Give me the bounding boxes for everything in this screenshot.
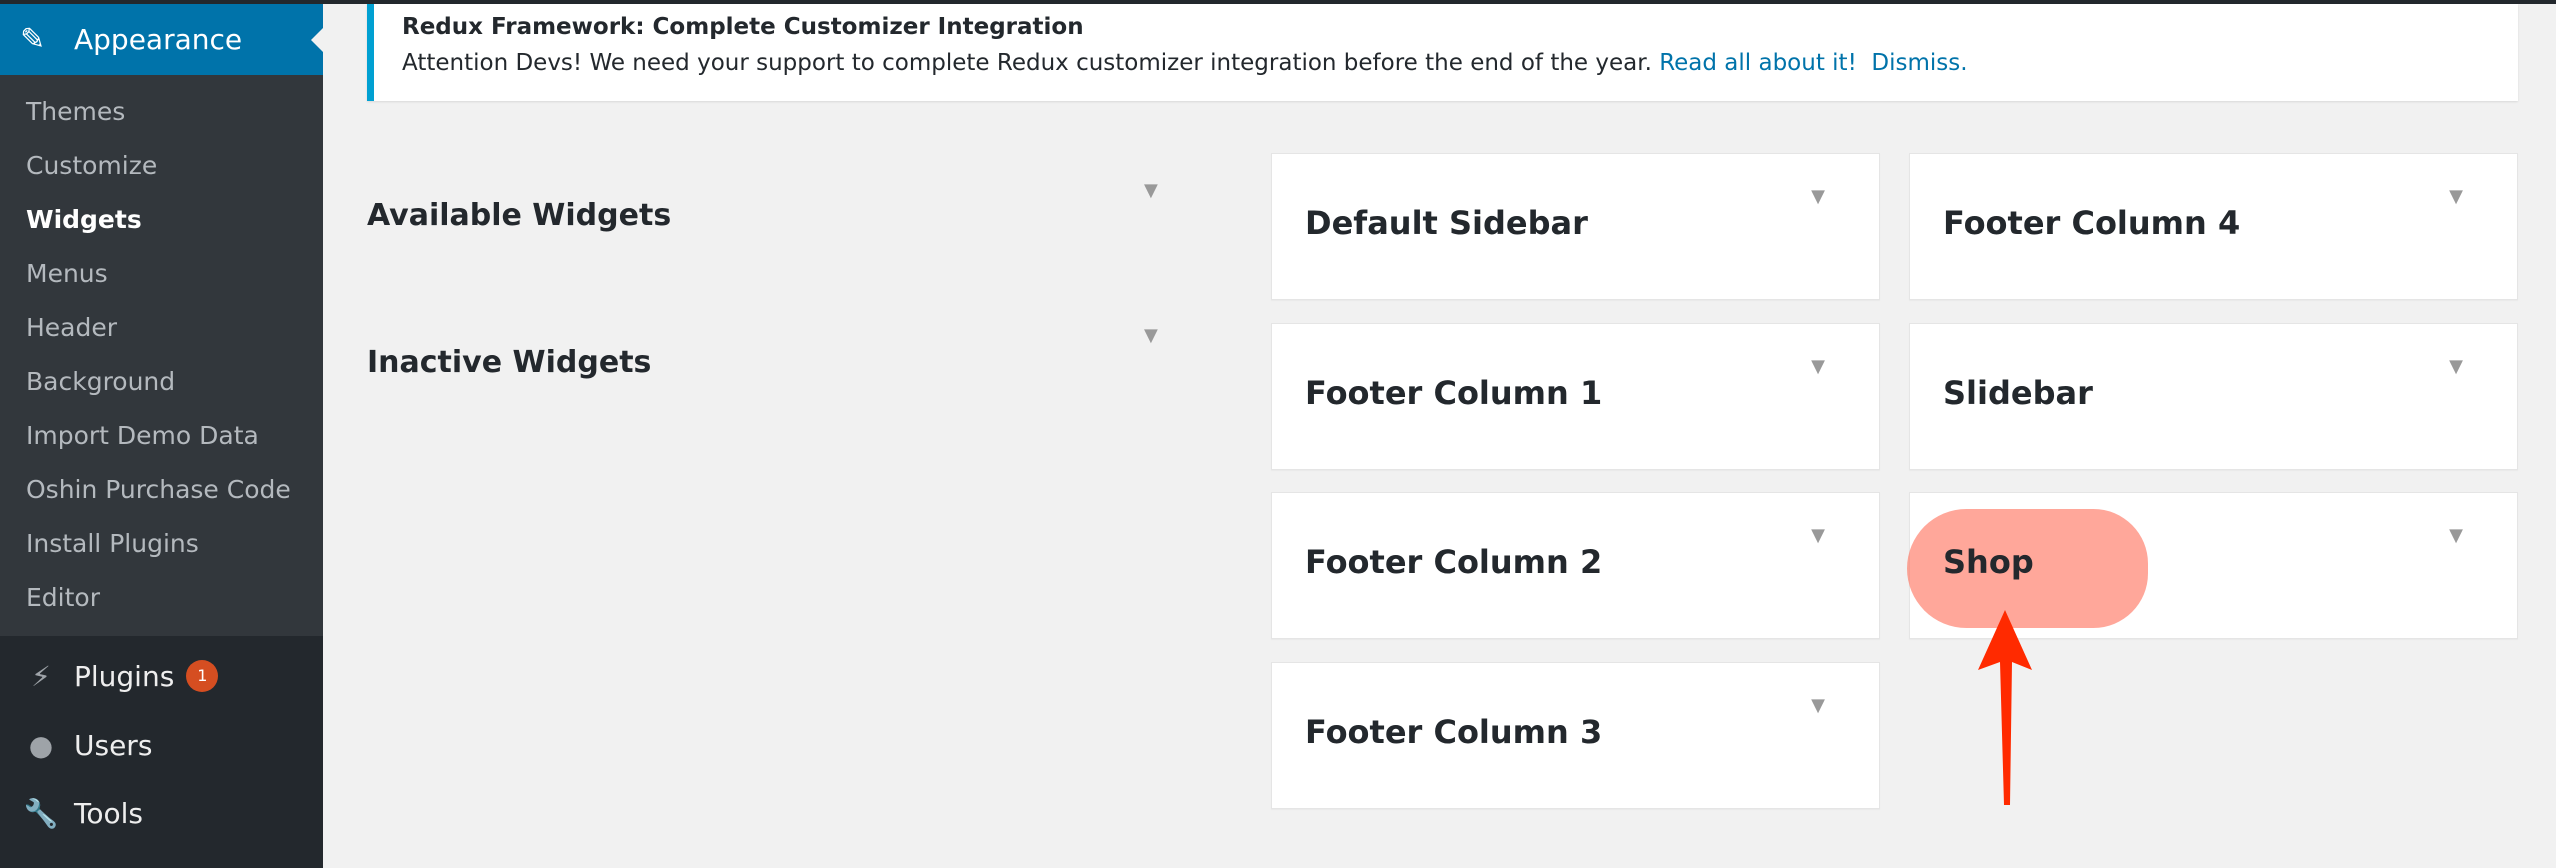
widget-area[interactable]: Footer Column 2 ▼ (1271, 492, 1880, 639)
widget-area-title: Slidebar (1943, 374, 2093, 412)
plugin-icon: ⚡ (31, 659, 51, 693)
chevron-down-icon[interactable]: ▼ (2449, 356, 2463, 377)
widget-area-title: Footer Column 2 (1305, 543, 1603, 581)
widget-area-title: Shop (1943, 543, 2034, 581)
menu-users[interactable]: ● Users (0, 711, 323, 779)
chevron-down-icon[interactable]: ▼ (1811, 525, 1825, 546)
submenu-editor[interactable]: Editor (0, 571, 323, 625)
update-count-badge: 1 (186, 660, 219, 692)
widget-area[interactable]: Footer Column 3 ▼ (1271, 662, 1880, 809)
menu-label: Users (74, 728, 153, 762)
arrow-annotation (1978, 610, 2032, 805)
widget-area[interactable]: Slidebar ▼ (1909, 323, 2518, 470)
chevron-down-icon[interactable]: ▼ (1811, 186, 1825, 207)
menu-plugins[interactable]: ⚡ Plugins 1 (0, 642, 323, 710)
notice-message: Attention Devs! We need your support to … (402, 50, 1652, 76)
chevron-down-icon[interactable]: ▼ (1144, 325, 1158, 346)
widget-area-title: Footer Column 1 (1305, 374, 1603, 412)
paintbrush-icon: ✎ (20, 22, 46, 57)
appearance-submenu: Themes Customize Widgets Menus Header Ba… (0, 75, 323, 636)
user-icon: ● (28, 728, 54, 762)
wrench-icon: 🔧 (23, 796, 59, 830)
read-more-link[interactable]: Read all about it! (1659, 50, 1857, 76)
menu-label: Plugins (74, 659, 175, 693)
menu-label: Appearance (74, 23, 243, 56)
dismiss-link[interactable]: Dismiss. (1871, 50, 1967, 76)
chevron-down-icon[interactable]: ▼ (1144, 180, 1158, 201)
widget-area-title: Footer Column 4 (1943, 204, 2241, 242)
admin-sidebar: ✎ Appearance Themes Customize Widgets Men… (0, 0, 323, 868)
chevron-down-icon[interactable]: ▼ (2449, 186, 2463, 207)
menu-label: Tools (74, 796, 143, 830)
widget-area[interactable]: Footer Column 4 ▼ (1909, 153, 2518, 300)
submenu-oshin-purchase-code[interactable]: Oshin Purchase Code (0, 463, 323, 517)
submenu-background[interactable]: Background (0, 355, 323, 409)
available-widgets-heading[interactable]: Available Widgets (367, 198, 671, 233)
submenu-widgets[interactable]: Widgets (0, 193, 323, 247)
submenu-menus[interactable]: Menus (0, 247, 323, 301)
widget-area-title: Default Sidebar (1305, 204, 1588, 242)
menu-tools[interactable]: 🔧 Tools (0, 779, 323, 847)
submenu-import-demo-data[interactable]: Import Demo Data (0, 409, 323, 463)
inactive-widgets-heading[interactable]: Inactive Widgets (367, 345, 651, 380)
widget-area-title: Footer Column 3 (1305, 713, 1603, 751)
chevron-down-icon[interactable]: ▼ (1811, 356, 1825, 377)
submenu-themes[interactable]: Themes (0, 85, 323, 139)
redux-notice: Redux Framework: Complete Customizer Int… (367, 4, 2518, 101)
submenu-customize[interactable]: Customize (0, 139, 323, 193)
widget-area[interactable]: Footer Column 1 ▼ (1271, 323, 1880, 470)
submenu-install-plugins[interactable]: Install Plugins (0, 517, 323, 571)
menu-appearance[interactable]: ✎ Appearance (0, 4, 323, 75)
notice-title: Redux Framework: Complete Customizer Int… (402, 14, 1084, 40)
widget-area[interactable]: Default Sidebar ▼ (1271, 153, 1880, 300)
chevron-down-icon[interactable]: ▼ (2449, 525, 2463, 546)
chevron-down-icon[interactable]: ▼ (1811, 695, 1825, 716)
submenu-header[interactable]: Header (0, 301, 323, 355)
